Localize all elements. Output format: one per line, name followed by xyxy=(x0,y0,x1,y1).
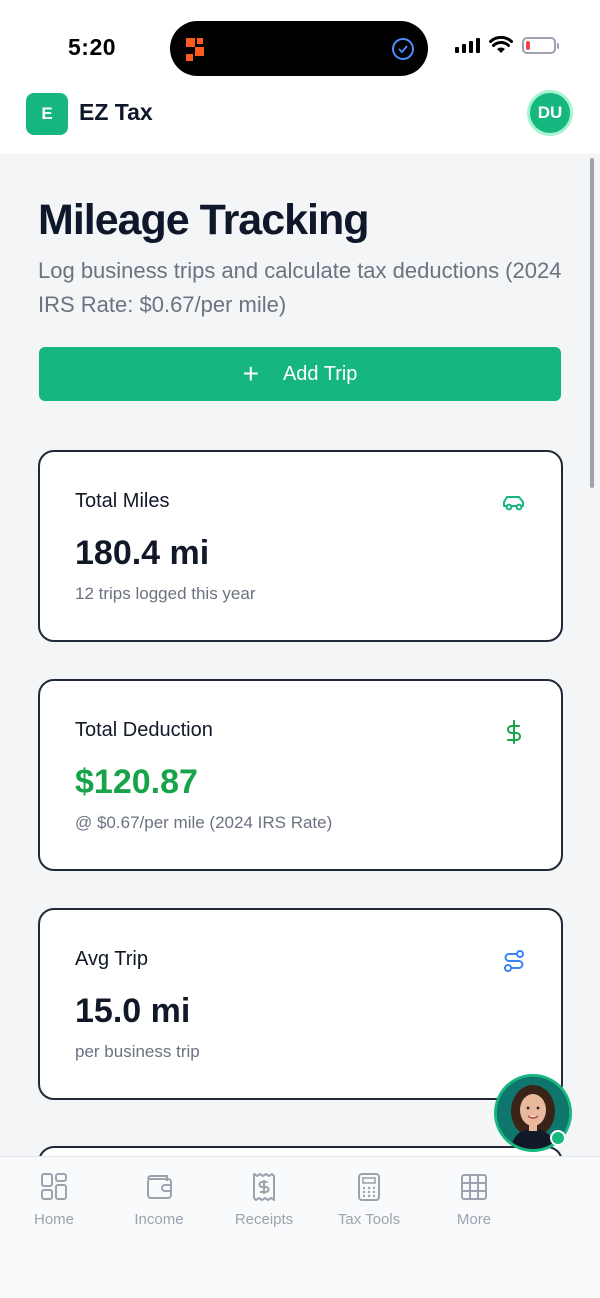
total-miles-card: Total Miles 180.4 mi 12 trips logged thi… xyxy=(38,450,563,642)
add-trip-button[interactable]: + Add Trip xyxy=(39,347,561,401)
nav-label: Home xyxy=(33,1211,74,1228)
calculator-icon xyxy=(358,1173,380,1201)
add-trip-label: Add Trip xyxy=(282,362,358,385)
nav-item-income[interactable]: Income xyxy=(109,1171,209,1228)
card-subtext: per business trip xyxy=(75,1042,200,1061)
plus-icon: + xyxy=(242,358,259,389)
bottom-nav: Home Income Receipts Tax Tools More xyxy=(0,1156,600,1298)
scrollbar[interactable] xyxy=(590,158,594,488)
nav-item-home[interactable]: Home xyxy=(4,1171,104,1228)
app-header: E EZ Tax DU xyxy=(0,88,600,154)
card-value: 180.4 mi xyxy=(75,534,210,572)
apps-icon xyxy=(461,1174,487,1200)
total-deduction-card: Total Deduction $120.87 @ $0.67/per mile… xyxy=(38,679,563,871)
nav-label: More xyxy=(456,1211,492,1228)
signal-icon xyxy=(455,37,480,53)
status-time: 5:20 xyxy=(68,34,117,60)
page-subtitle: Log business trips and calculate tax ded… xyxy=(38,258,562,317)
wallet-icon xyxy=(147,1175,172,1199)
dollar-icon xyxy=(507,720,521,744)
card-value: 15.0 mi xyxy=(75,992,191,1030)
online-status-dot xyxy=(550,1130,566,1146)
card-label: Total Miles xyxy=(75,490,170,512)
route-icon xyxy=(504,950,524,972)
nav-label: Receipts xyxy=(234,1211,294,1228)
avg-trip-card: Avg Trip 15.0 mi per business trip xyxy=(38,908,563,1100)
card-label: Total Deduction xyxy=(75,719,213,741)
app-name: EZ Tax xyxy=(79,99,153,125)
nav-label: Tax Tools xyxy=(337,1211,401,1228)
check-circle-icon xyxy=(392,38,414,60)
battery-icon xyxy=(522,36,559,54)
card-label: Avg Trip xyxy=(75,948,148,970)
dynamic-island xyxy=(170,21,428,76)
wifi-icon xyxy=(489,36,513,53)
car-icon xyxy=(503,496,524,511)
nav-item-receipts[interactable]: Receipts xyxy=(214,1171,314,1228)
nav-item-tax-tools[interactable]: Tax Tools xyxy=(319,1171,419,1228)
user-avatar[interactable]: DU xyxy=(527,90,573,136)
page-title: Mileage Tracking xyxy=(38,196,370,244)
card-subtext: @ $0.67/per mile (2024 IRS Rate) xyxy=(75,813,333,832)
status-icons xyxy=(455,36,559,54)
app-activity-icon xyxy=(186,38,204,61)
status-bar: 5:20 xyxy=(0,0,600,88)
card-subtext: 12 trips logged this year xyxy=(75,584,256,603)
nav-item-more[interactable]: More xyxy=(424,1171,524,1228)
grid-icon xyxy=(41,1173,67,1200)
receipt-icon xyxy=(253,1173,275,1201)
app-logo[interactable]: E xyxy=(26,93,68,135)
card-value: $120.87 xyxy=(75,763,198,801)
nav-label: Income xyxy=(134,1211,184,1228)
